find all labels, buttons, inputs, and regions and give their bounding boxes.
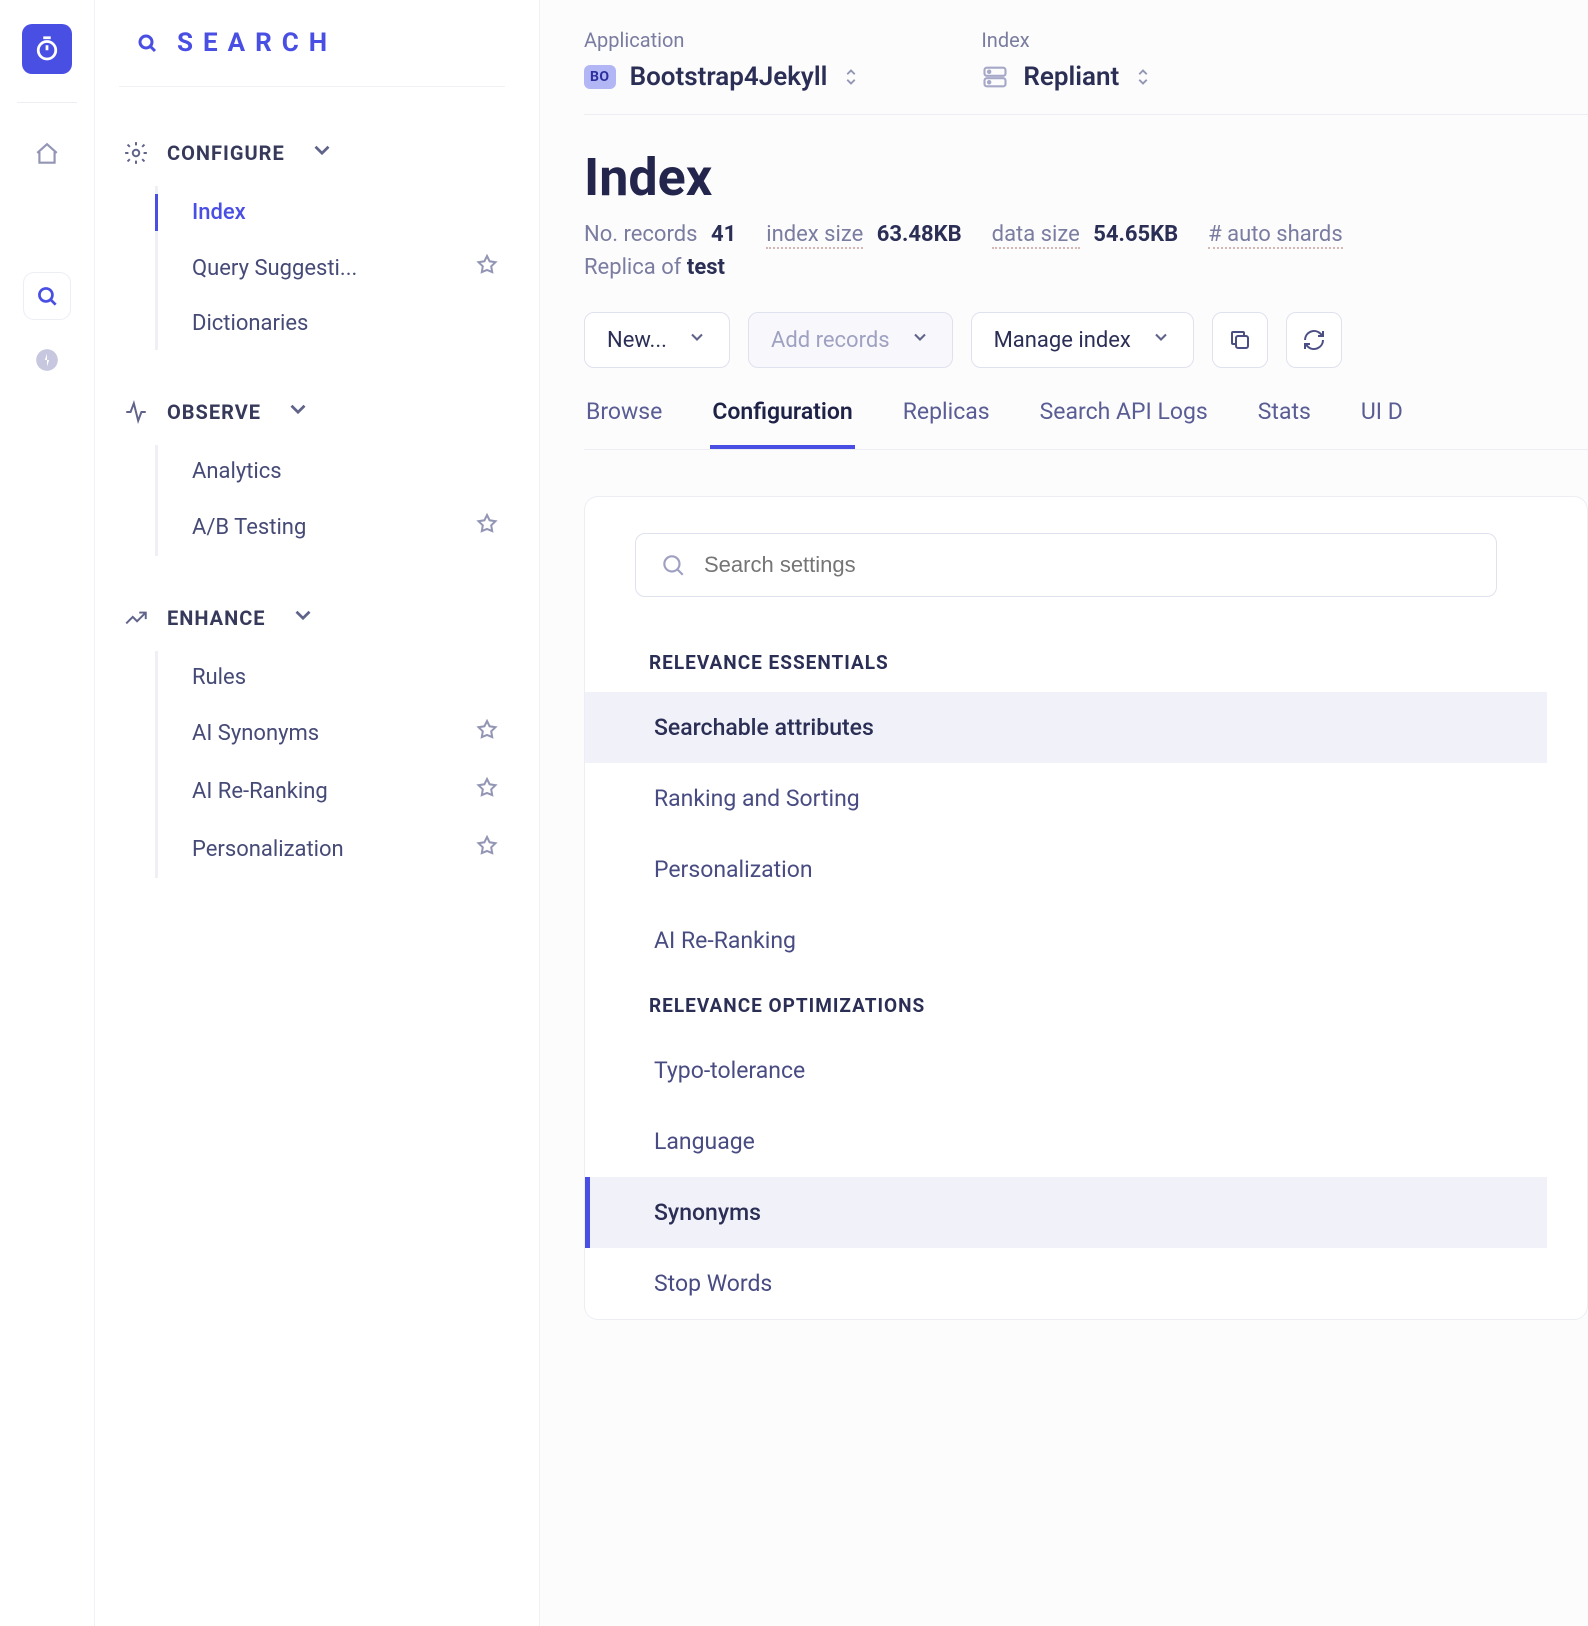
sidebar-item-label: Rules xyxy=(192,665,246,690)
sidebar-group-label: CONFIGURE xyxy=(167,141,285,165)
app-logo[interactable] xyxy=(22,24,72,74)
copy-button[interactable] xyxy=(1212,312,1268,368)
sidebar-item-label: Dictionaries xyxy=(192,311,308,336)
application-selector[interactable]: Application BO Bootstrap4Jekyll xyxy=(584,28,861,92)
sidebar-item-label: AI Synonyms xyxy=(192,721,319,746)
manage-index-button[interactable]: Manage index xyxy=(971,312,1194,368)
app-chip: BO xyxy=(584,65,616,89)
sidebar-item-label: A/B Testing xyxy=(192,515,306,540)
trend-icon xyxy=(123,605,149,631)
chevron-down-icon xyxy=(687,327,707,353)
sidebar-item-ai-synonyms[interactable]: AI Synonyms xyxy=(158,704,505,762)
chevron-down-icon xyxy=(309,137,335,168)
config-section-label: RELEVANCE ESSENTIALS xyxy=(585,633,1547,692)
button-label: Manage index xyxy=(994,328,1131,353)
star-icon[interactable] xyxy=(475,512,499,542)
refresh-button[interactable] xyxy=(1286,312,1342,368)
brand: SEARCH xyxy=(119,28,505,87)
search-settings-input[interactable] xyxy=(704,552,1472,578)
star-icon[interactable] xyxy=(475,776,499,806)
star-icon[interactable] xyxy=(475,253,499,283)
cfg-language[interactable]: Language xyxy=(585,1106,1547,1177)
selector-label: Index xyxy=(981,28,1153,52)
page-title: Index xyxy=(584,147,1588,208)
sidebar-group-configure[interactable]: CONFIGURE xyxy=(119,127,505,186)
cfg-searchable-attributes[interactable]: Searchable attributes xyxy=(585,692,1547,763)
main-content: Application BO Bootstrap4Jekyll Index Re… xyxy=(540,0,1588,1626)
stat-auto-shards: # auto shards xyxy=(1208,222,1343,247)
sidebar-item-label: Index xyxy=(192,200,246,225)
button-label: New... xyxy=(607,328,667,353)
star-icon[interactable] xyxy=(475,834,499,864)
home-icon[interactable] xyxy=(24,131,70,177)
sidebar: SEARCH CONFIGURE Index Query Suggesti...… xyxy=(95,0,540,1626)
updown-icon xyxy=(1133,63,1153,91)
sidebar-group-observe[interactable]: OBSERVE xyxy=(119,386,505,445)
chevron-down-icon xyxy=(1151,327,1171,353)
cfg-typo-tolerance[interactable]: Typo-tolerance xyxy=(585,1035,1547,1106)
application-name: Bootstrap4Jekyll xyxy=(630,62,828,92)
star-icon[interactable] xyxy=(475,718,499,748)
replica-info: Replica of test xyxy=(584,255,1588,280)
sidebar-item-personalization[interactable]: Personalization xyxy=(158,820,505,878)
sidebar-item-index[interactable]: Index xyxy=(158,186,505,239)
sidebar-item-label: AI Re-Ranking xyxy=(192,779,328,804)
refresh-icon xyxy=(1302,328,1326,352)
activity-icon xyxy=(123,399,149,425)
sidebar-item-ai-reranking[interactable]: AI Re-Ranking xyxy=(158,762,505,820)
stat-records: No. records 41 xyxy=(584,222,736,247)
sidebar-item-analytics[interactable]: Analytics xyxy=(158,445,505,498)
brand-icon xyxy=(135,31,159,55)
database-icon xyxy=(981,63,1009,91)
updown-icon xyxy=(841,63,861,91)
brand-text: SEARCH xyxy=(177,28,337,58)
tab-browse[interactable]: Browse xyxy=(584,398,664,449)
new-button[interactable]: New... xyxy=(584,312,730,368)
search-product-icon[interactable] xyxy=(24,273,70,319)
configuration-panel: RELEVANCE ESSENTIALS Searchable attribut… xyxy=(584,496,1588,1320)
cfg-ranking-sorting[interactable]: Ranking and Sorting xyxy=(585,763,1547,834)
tab-configuration[interactable]: Configuration xyxy=(710,398,854,449)
index-name: Repliant xyxy=(1023,62,1119,92)
sidebar-item-rules[interactable]: Rules xyxy=(158,651,505,704)
stat-data-size: data size 54.65KB xyxy=(992,222,1178,247)
tab-ui-demos[interactable]: UI D xyxy=(1359,398,1405,449)
cfg-synonyms[interactable]: Synonyms xyxy=(585,1177,1547,1248)
config-section-label: RELEVANCE OPTIMIZATIONS xyxy=(585,976,1547,1035)
index-tabs: Browse Configuration Replicas Search API… xyxy=(584,398,1588,450)
chevron-down-icon xyxy=(910,327,930,353)
search-icon xyxy=(660,552,686,578)
sidebar-item-ab-testing[interactable]: A/B Testing xyxy=(158,498,505,556)
cfg-ai-reranking[interactable]: AI Re-Ranking xyxy=(585,905,1547,976)
tab-replicas[interactable]: Replicas xyxy=(901,398,992,449)
sidebar-item-query-suggestions[interactable]: Query Suggesti... xyxy=(158,239,505,297)
chevron-down-icon xyxy=(285,396,311,427)
copy-icon xyxy=(1228,328,1252,352)
sidebar-group-enhance[interactable]: ENHANCE xyxy=(119,592,505,651)
gear-icon xyxy=(123,140,149,166)
sidebar-group-label: ENHANCE xyxy=(167,606,266,630)
index-stats: No. records 41 index size 63.48KB data s… xyxy=(584,222,1588,247)
sidebar-item-label: Query Suggesti... xyxy=(192,256,357,281)
sidebar-group-label: OBSERVE xyxy=(167,400,261,424)
sidebar-item-dictionaries[interactable]: Dictionaries xyxy=(158,297,505,350)
button-label: Add records xyxy=(771,328,890,353)
recommend-icon[interactable] xyxy=(24,337,70,383)
sidebar-item-label: Analytics xyxy=(192,459,282,484)
search-settings[interactable] xyxy=(635,533,1497,597)
rail-separator xyxy=(17,102,77,103)
stat-index-size: index size 63.48KB xyxy=(766,222,961,247)
tab-search-api-logs[interactable]: Search API Logs xyxy=(1038,398,1210,449)
cfg-personalization[interactable]: Personalization xyxy=(585,834,1547,905)
selector-label: Application xyxy=(584,28,861,52)
cfg-stop-words[interactable]: Stop Words xyxy=(585,1248,1547,1319)
chevron-down-icon xyxy=(290,602,316,633)
left-rail xyxy=(0,0,95,1626)
sidebar-item-label: Personalization xyxy=(192,837,344,862)
index-selector[interactable]: Index Repliant xyxy=(981,28,1153,92)
divider xyxy=(584,114,1588,115)
tab-stats[interactable]: Stats xyxy=(1256,398,1313,449)
add-records-button[interactable]: Add records xyxy=(748,312,953,368)
